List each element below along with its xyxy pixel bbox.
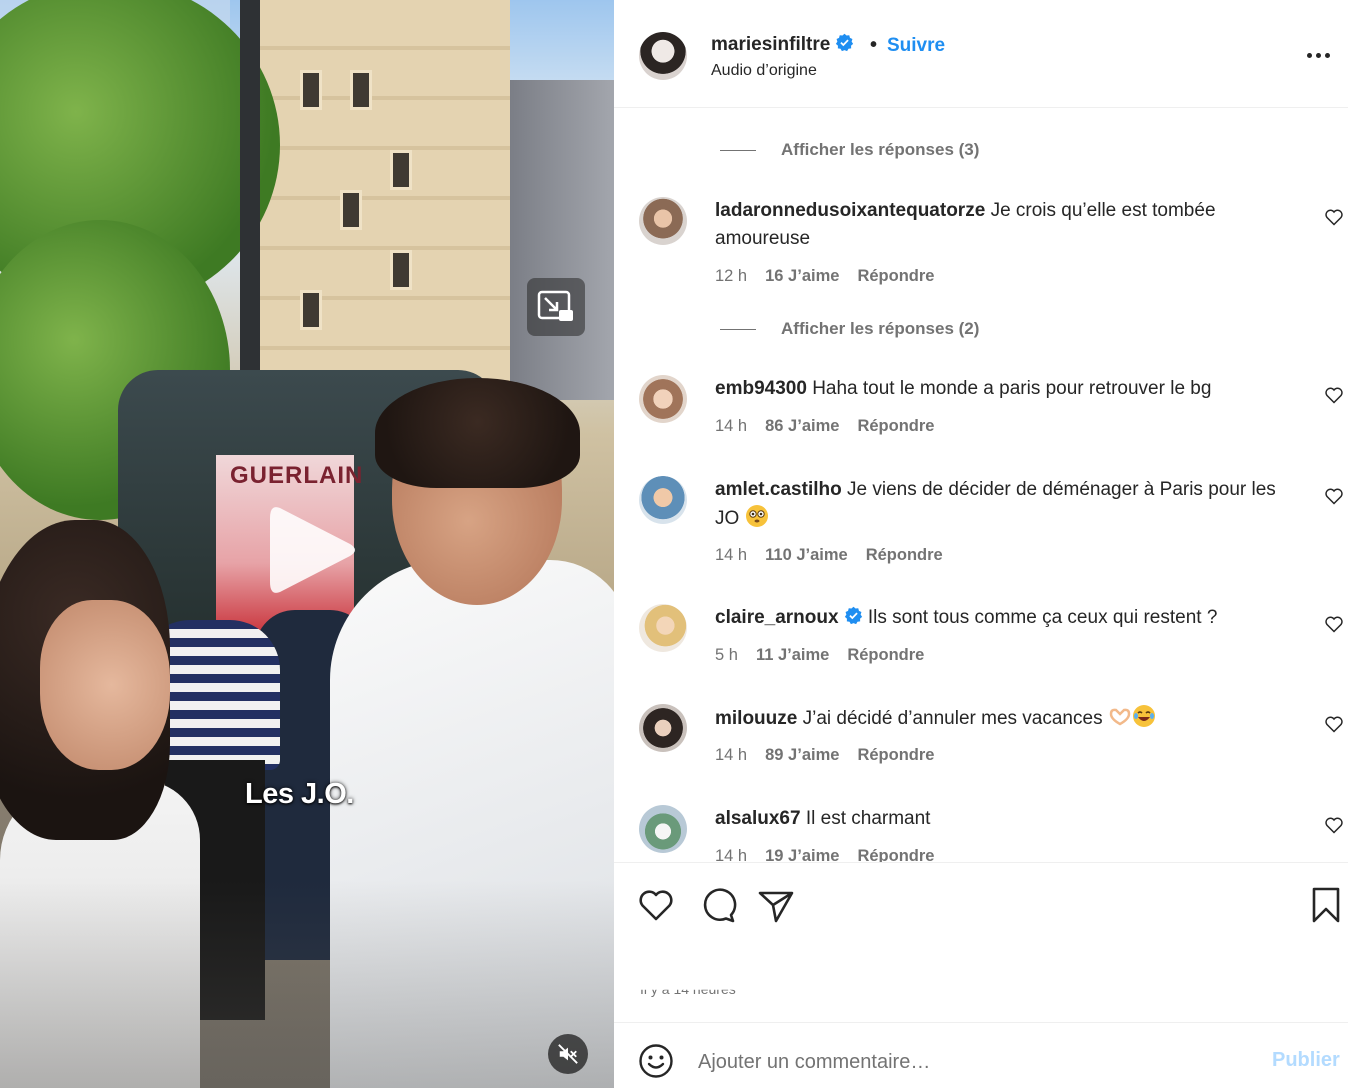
post-timestamp[interactable]: Il y a 14 heures bbox=[640, 990, 736, 997]
reply-button[interactable]: Répondre bbox=[866, 546, 943, 565]
comment-meta: 14 h 89 J’aime Répondre bbox=[715, 746, 934, 765]
verified-badge-icon bbox=[844, 606, 862, 625]
post-side-panel: mariesinfiltre • Suivre Audio d’origine … bbox=[614, 0, 1348, 1088]
commenter-avatar[interactable] bbox=[639, 604, 687, 652]
comment-content: Haha tout le monde a paris pour retrouve… bbox=[812, 378, 1212, 399]
comment-text: emb94300 Haha tout le monde a paris pour… bbox=[715, 375, 1305, 403]
heart-icon[interactable] bbox=[1324, 207, 1344, 227]
reply-button[interactable]: Répondre bbox=[857, 746, 934, 765]
comment-likes[interactable]: 11 J’aime bbox=[756, 646, 829, 665]
comment-meta: 5 h 11 J’aime Répondre bbox=[715, 646, 924, 665]
author-username-text[interactable]: mariesinfiltre bbox=[711, 34, 830, 55]
post-header: mariesinfiltre • Suivre Audio d’origine bbox=[614, 0, 1348, 108]
comment-content: J’ai décidé d’annuler mes vacances bbox=[802, 708, 1103, 729]
bookmark-icon[interactable] bbox=[1306, 885, 1346, 925]
more-options-button[interactable] bbox=[1298, 40, 1338, 70]
comment-input[interactable] bbox=[698, 1047, 1218, 1077]
commenter-avatar[interactable] bbox=[639, 476, 687, 524]
heart-icon[interactable] bbox=[1324, 614, 1344, 634]
reply-button[interactable]: Répondre bbox=[857, 267, 934, 286]
crying-laughing-emoji-icon bbox=[1132, 705, 1155, 727]
commenter-username[interactable]: ladaronnedusoixantequatorze bbox=[715, 200, 985, 221]
comment-likes[interactable]: 86 J’aime bbox=[765, 417, 839, 436]
video-caption: Les J.O. bbox=[245, 778, 354, 810]
author-avatar[interactable] bbox=[639, 32, 687, 80]
comment-text: milouuze J’ai décidé d’annuler mes vacan… bbox=[715, 704, 1305, 733]
heart-icon[interactable] bbox=[1324, 385, 1344, 405]
reply-button[interactable]: Répondre bbox=[847, 646, 924, 665]
post-actions-bar: Il y a 14 heures bbox=[614, 862, 1348, 1022]
audio-label[interactable]: Audio d’origine bbox=[711, 62, 817, 80]
heart-icon[interactable] bbox=[1324, 486, 1344, 506]
comment-time[interactable]: 14 h bbox=[715, 417, 747, 436]
commenter-avatar[interactable] bbox=[639, 197, 687, 245]
more-icon bbox=[1324, 52, 1330, 58]
replies-divider bbox=[720, 149, 756, 151]
reel-video[interactable]: GUERLAIN Les J.O. bbox=[0, 0, 614, 1088]
heart-icon[interactable] bbox=[1324, 714, 1344, 734]
commenter-avatar[interactable] bbox=[639, 704, 687, 752]
comment-text: amlet.castilho Je viens de décider de dé… bbox=[715, 476, 1305, 533]
share-icon[interactable] bbox=[756, 885, 796, 925]
comment-content: Il est charmant bbox=[805, 808, 931, 829]
more-icon bbox=[1306, 52, 1312, 58]
video-poster-text: GUERLAIN bbox=[230, 462, 364, 489]
comment-time[interactable]: 12 h bbox=[715, 267, 747, 286]
mute-button[interactable] bbox=[548, 1034, 588, 1074]
play-icon[interactable] bbox=[262, 500, 362, 600]
video-building-right bbox=[510, 80, 614, 400]
picture-in-picture-icon bbox=[537, 290, 573, 321]
comment-time[interactable]: 5 h bbox=[715, 646, 738, 665]
commenter-avatar[interactable] bbox=[639, 805, 687, 853]
commenter-username[interactable]: alsalux67 bbox=[715, 808, 801, 829]
replies-divider bbox=[720, 328, 756, 330]
commenter-username[interactable]: milouuze bbox=[715, 708, 797, 729]
view-replies-label: Afficher les réponses (3) bbox=[781, 140, 980, 159]
commenter-avatar[interactable] bbox=[639, 375, 687, 423]
comment-likes[interactable]: 19 J’aime bbox=[765, 847, 839, 862]
view-replies-button[interactable]: Afficher les réponses (2) bbox=[720, 317, 979, 341]
comment-time[interactable]: 14 h bbox=[715, 746, 747, 765]
heart-icon[interactable] bbox=[636, 885, 676, 925]
view-replies-button[interactable]: Afficher les réponses (3) bbox=[720, 138, 979, 162]
reply-button[interactable]: Répondre bbox=[857, 847, 934, 862]
heart-icon[interactable] bbox=[1324, 815, 1344, 835]
comment-time[interactable]: 14 h bbox=[715, 847, 747, 862]
view-replies-label: Afficher les réponses (2) bbox=[781, 319, 980, 338]
comment-time[interactable]: 14 h bbox=[715, 546, 747, 565]
publish-button[interactable]: Publier bbox=[1272, 1049, 1340, 1072]
separator-dot: • bbox=[870, 34, 878, 56]
comment-likes[interactable]: 89 J’aime bbox=[765, 746, 839, 765]
comment-meta: 14 h 86 J’aime Répondre bbox=[715, 417, 934, 436]
comment-meta: 14 h 110 J’aime Répondre bbox=[715, 546, 943, 565]
video-ground bbox=[0, 880, 614, 1088]
comment-content: Ils sont tous comme ça ceux qui restent … bbox=[867, 607, 1218, 628]
author-username[interactable]: mariesinfiltre bbox=[711, 33, 854, 56]
comments-list[interactable]: Afficher les réponses (3) ladaronnedusoi… bbox=[614, 109, 1348, 862]
commenter-username[interactable]: claire_arnoux bbox=[715, 607, 839, 628]
comment-text: alsalux67 Il est charmant bbox=[715, 805, 1305, 833]
comment-meta: 14 h 19 J’aime Répondre bbox=[715, 847, 934, 862]
commenter-username[interactable]: amlet.castilho bbox=[715, 479, 842, 500]
reply-button[interactable]: Répondre bbox=[857, 417, 934, 436]
comment-likes[interactable]: 16 J’aime bbox=[765, 267, 839, 286]
emoji-icon[interactable] bbox=[638, 1043, 674, 1079]
video-building bbox=[240, 0, 510, 420]
comment-text: claire_arnoux Ils sont tous comme ça ceu… bbox=[715, 604, 1305, 632]
commenter-username[interactable]: emb94300 bbox=[715, 378, 807, 399]
comment-meta: 12 h 16 J’aime Répondre bbox=[715, 267, 934, 286]
flushed-face-emoji-icon bbox=[745, 505, 768, 527]
comment-icon[interactable] bbox=[698, 885, 738, 925]
more-icon bbox=[1315, 52, 1321, 58]
picture-in-picture-button[interactable] bbox=[527, 278, 585, 336]
comment-text: ladaronnedusoixantequatorze Je crois qu’… bbox=[715, 197, 1305, 253]
heart-hands-emoji-icon bbox=[1109, 708, 1131, 726]
video-woman-face bbox=[40, 600, 170, 770]
muted-speaker-icon bbox=[558, 1044, 578, 1064]
video-man-hair bbox=[375, 378, 580, 488]
comment-composer: Publier bbox=[614, 1022, 1348, 1088]
comment-likes[interactable]: 110 J’aime bbox=[765, 546, 848, 565]
follow-button[interactable]: Suivre bbox=[887, 35, 945, 57]
verified-badge-icon bbox=[836, 33, 854, 52]
